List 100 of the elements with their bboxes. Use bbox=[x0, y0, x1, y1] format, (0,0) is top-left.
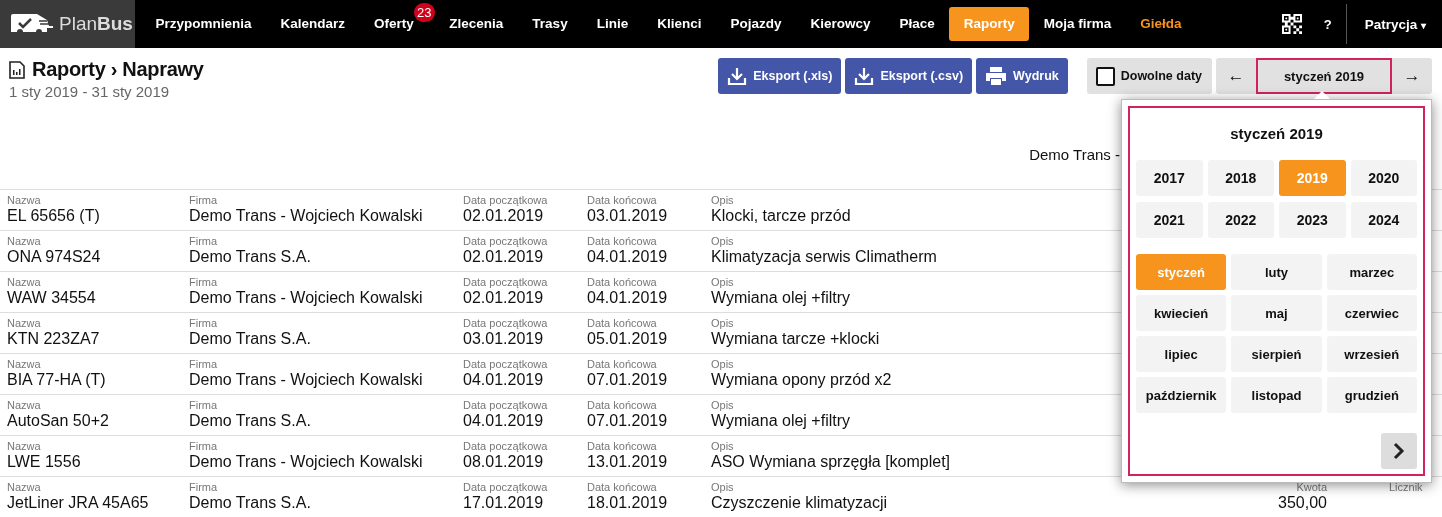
table-cell: JetLiner JRA 45A65 bbox=[7, 493, 149, 513]
picker-title: styczeń 2019 bbox=[1229, 125, 1324, 142]
month-option[interactable]: czerwiec bbox=[1326, 295, 1417, 331]
table-cell: BIA 77-HA (T) bbox=[7, 370, 106, 390]
download-icon bbox=[727, 66, 748, 86]
user-menu[interactable]: Patrycja ▾ bbox=[1346, 16, 1442, 32]
field-label: Data końcowa bbox=[587, 317, 657, 329]
nav-tab[interactable]: Przypomnienia bbox=[141, 7, 267, 41]
year-option[interactable]: 2024 bbox=[1350, 202, 1417, 238]
field-label: Data końcowa bbox=[587, 399, 657, 411]
field-label: Firma bbox=[189, 317, 218, 329]
table-cell: 07.01.2019 bbox=[587, 370, 668, 390]
month-option[interactable]: październik bbox=[1136, 377, 1227, 413]
table-cell: Klimatyzacja serwis Climatherm bbox=[711, 247, 937, 267]
nav-tab[interactable]: Giełda bbox=[1125, 7, 1197, 41]
field-label: Data początkowa bbox=[463, 235, 548, 247]
table-cell: 350,00 bbox=[1278, 493, 1327, 513]
field-label: Nazwa bbox=[7, 358, 41, 370]
month-option[interactable]: sierpień bbox=[1231, 336, 1322, 372]
month-option[interactable]: grudzień bbox=[1326, 377, 1417, 413]
year-option[interactable]: 2022 bbox=[1207, 202, 1274, 238]
nav-tab[interactable]: Moja firma bbox=[1029, 7, 1126, 41]
table-cell: Wymiana tarcze +klocki bbox=[711, 329, 880, 349]
month-option[interactable]: kwiecień bbox=[1136, 295, 1227, 331]
logo-text: PlanBus bbox=[59, 13, 133, 35]
table-cell: Demo Trans S.A. bbox=[189, 329, 311, 349]
field-label: Firma bbox=[189, 194, 218, 206]
table-cell: 07.01.2019 bbox=[587, 411, 668, 431]
table-cell: 02.01.2019 bbox=[463, 247, 544, 267]
nav-tab[interactable]: Płace bbox=[884, 7, 950, 41]
qr-code-icon[interactable] bbox=[1281, 14, 1302, 34]
field-label: Firma bbox=[189, 481, 218, 493]
table-cell: 03.01.2019 bbox=[463, 329, 544, 349]
field-label: Data końcowa bbox=[587, 440, 657, 452]
nav-tab[interactable]: Trasy bbox=[517, 7, 583, 41]
table-cell: 18.01.2019 bbox=[587, 493, 668, 513]
nav-tab[interactable]: Pojazdy bbox=[715, 7, 796, 41]
year-option[interactable]: 2018 bbox=[1207, 160, 1274, 196]
table-cell: ONA 974S24 bbox=[7, 247, 101, 267]
month-option[interactable]: maj bbox=[1231, 295, 1322, 331]
field-label: Data początkowa bbox=[463, 276, 548, 288]
field-label: Data końcowa bbox=[587, 235, 657, 247]
field-label: Data końcowa bbox=[587, 194, 657, 206]
field-label: Opis bbox=[711, 399, 734, 411]
table-cell: Demo Trans - Wojciech Kowalski bbox=[189, 452, 423, 472]
field-label: Kwota bbox=[1296, 481, 1327, 493]
previous-button[interactable]: ← bbox=[1216, 58, 1256, 94]
field-label: Nazwa bbox=[7, 481, 41, 493]
field-label: Licznik bbox=[1389, 481, 1423, 493]
export-button[interactable]: Wydruk bbox=[976, 58, 1068, 94]
export-button[interactable]: Eksport (.xls) bbox=[718, 58, 842, 94]
nav-tab[interactable]: Oferty bbox=[359, 7, 414, 41]
month-picker-button[interactable]: styczeń 2019 bbox=[1256, 58, 1392, 94]
export-button[interactable]: Eksport (.csv) bbox=[845, 58, 973, 94]
free-dates-toggle[interactable]: Dowolne daty bbox=[1086, 58, 1212, 94]
field-label: Nazwa bbox=[7, 235, 41, 247]
year-option[interactable]: 2021 bbox=[1136, 202, 1203, 238]
nav-tab[interactable]: Zlecenia bbox=[434, 7, 518, 41]
nav-tab[interactable]: Klienci bbox=[642, 7, 716, 41]
field-label: Data początkowa bbox=[463, 317, 548, 329]
chevron-right-icon bbox=[1393, 442, 1405, 460]
field-label: Nazwa bbox=[7, 317, 41, 329]
table-cell: Czyszczenie klimatyzacji bbox=[711, 493, 888, 513]
help-link[interactable]: ? bbox=[1323, 16, 1332, 32]
table-cell: Demo Trans S.A. bbox=[189, 493, 311, 513]
field-label: Opis bbox=[711, 317, 734, 329]
table-cell: 05.01.2019 bbox=[587, 329, 668, 349]
table-cell: Demo Trans - Wojciech Kowalski bbox=[189, 370, 423, 390]
printer-icon bbox=[985, 66, 1008, 86]
field-label: Firma bbox=[189, 358, 218, 370]
table-cell: 13.01.2019 bbox=[587, 452, 668, 472]
field-label: Nazwa bbox=[7, 276, 41, 288]
table-cell: AutoSan 50+2 bbox=[7, 411, 109, 431]
download-icon bbox=[854, 66, 875, 86]
nav-tab[interactable]: Kalendarz bbox=[266, 7, 360, 41]
next-page-button[interactable] bbox=[1381, 433, 1417, 469]
table-cell: LWE 1556 bbox=[7, 452, 81, 472]
field-label: Data końcowa bbox=[587, 481, 657, 493]
nav-tab[interactable]: Kierowcy bbox=[795, 7, 885, 41]
table-cell: 02.01.2019 bbox=[463, 288, 544, 308]
next-button[interactable]: → bbox=[1392, 58, 1432, 94]
month-option[interactable]: wrzesień bbox=[1326, 336, 1417, 372]
month-option[interactable]: lipiec bbox=[1136, 336, 1227, 372]
table-cell: Klocki, tarcze przód bbox=[711, 206, 851, 226]
field-label: Opis bbox=[711, 235, 734, 247]
month-option[interactable]: listopad bbox=[1231, 377, 1322, 413]
field-label: Data początkowa bbox=[463, 440, 548, 452]
field-label: Opis bbox=[711, 358, 734, 370]
nav-tab[interactable]: Linie bbox=[582, 7, 643, 41]
report-icon bbox=[9, 60, 25, 79]
year-option[interactable]: 2023 bbox=[1279, 202, 1346, 238]
field-label: Data początkowa bbox=[463, 358, 548, 370]
month-option[interactable]: luty bbox=[1231, 254, 1322, 290]
table-cell: Demo Trans - Wojciech Kowalski bbox=[189, 288, 423, 308]
year-option[interactable]: 2020 bbox=[1350, 160, 1417, 196]
table-cell: 04.01.2019 bbox=[587, 247, 668, 267]
logo[interactable]: PlanBus bbox=[0, 0, 135, 48]
month-option[interactable]: marzec bbox=[1326, 254, 1417, 290]
date-range: 1 sty 2019 - 31 sty 2019 bbox=[9, 83, 171, 100]
year-option[interactable]: 2017 bbox=[1136, 160, 1203, 196]
